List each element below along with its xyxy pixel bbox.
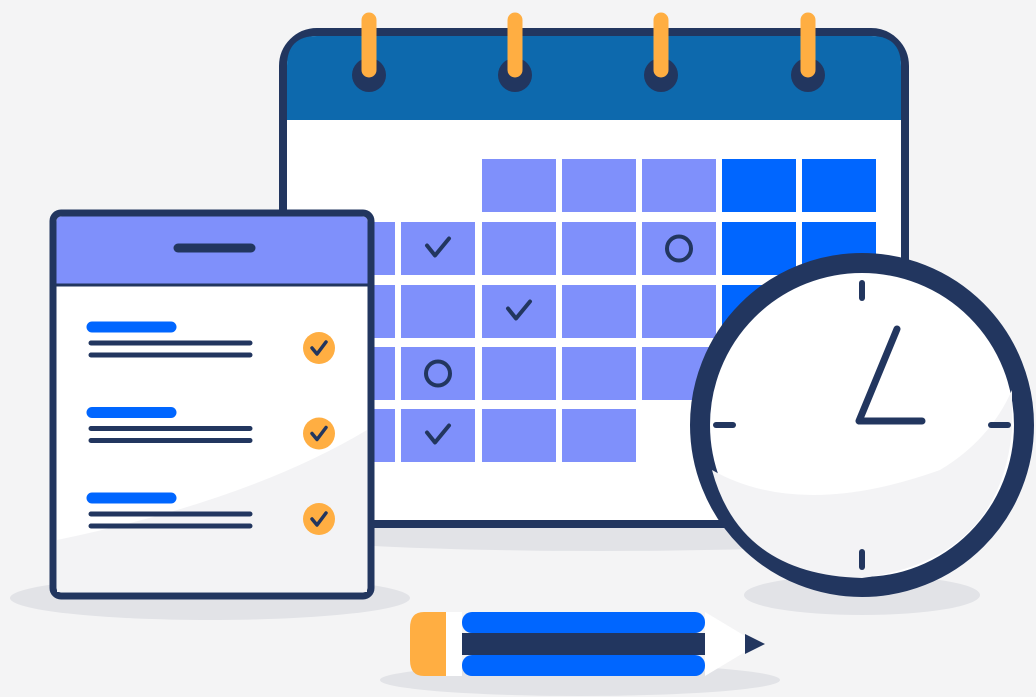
scheduling-illustration: [10, 12, 1034, 696]
calendar-cell: [482, 409, 556, 462]
calendar-cell: [562, 409, 636, 462]
checklist-card: [49, 209, 375, 600]
calendar-cell: [562, 222, 636, 275]
calendar-cell: [642, 285, 716, 338]
checkbox-icon: [303, 503, 335, 535]
calendar-cell: [562, 159, 636, 212]
calendar-cell: [722, 159, 796, 212]
checkbox-icon: [303, 332, 335, 364]
calendar-cell: [802, 159, 876, 212]
checkbox-icon: [303, 417, 335, 450]
calendar-cell: [642, 159, 716, 212]
pencil: [410, 612, 765, 676]
clock: [690, 253, 1034, 597]
calendar-cell: [482, 347, 556, 400]
calendar-cell: [562, 347, 636, 400]
calendar-cell: [401, 222, 475, 275]
calendar-cell: [401, 409, 475, 462]
pencil-eraser: [410, 612, 448, 676]
pencil-tip: [745, 634, 765, 654]
calendar-cell: [482, 285, 556, 338]
pencil-ferrule: [446, 612, 462, 676]
calendar-cell: [482, 222, 556, 275]
calendar-cell: [722, 222, 796, 275]
calendar-cell: [562, 285, 636, 338]
calendar-cell: [642, 222, 716, 275]
calendar-cell: [401, 285, 475, 338]
calendar-cell: [401, 347, 475, 400]
calendar-cell: [482, 159, 556, 212]
pencil-wood: [705, 612, 745, 676]
